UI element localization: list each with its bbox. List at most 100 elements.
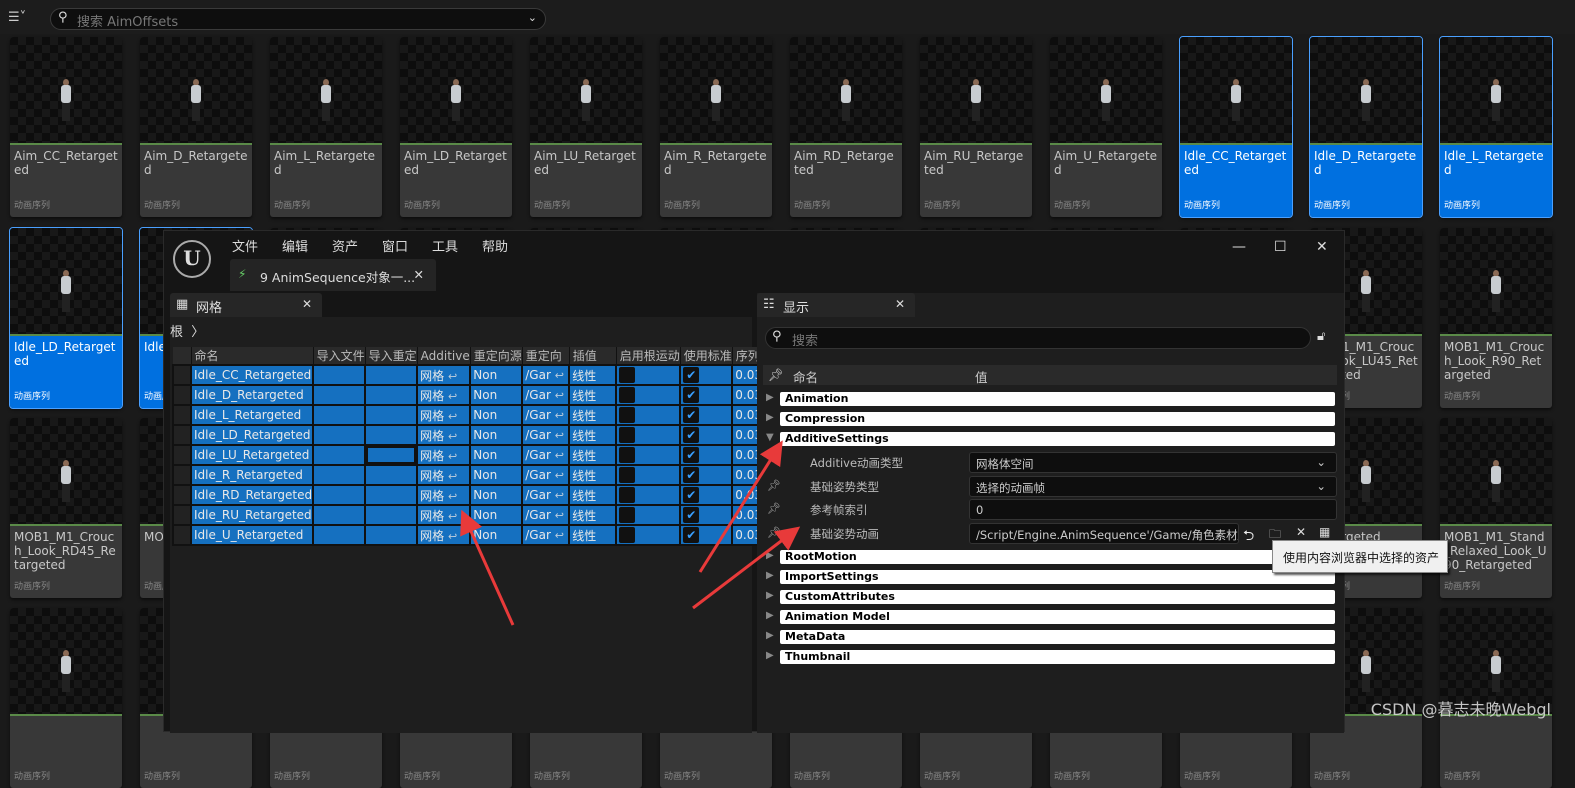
cell-import-file[interactable] [312,484,367,506]
cell-import-file[interactable] [312,384,367,406]
row-selector[interactable] [172,364,192,386]
row-selector[interactable] [172,464,192,486]
cell-additive[interactable]: 网格 ↩ [416,424,472,446]
category-row[interactable]: ▶ Animation Model [763,607,1337,627]
table-row[interactable]: Idle_RD_Retargeted 网格 ↩ Non /Gar ↩ 线性 ✔ … [172,484,833,506]
reset-icon[interactable]: ↩ [555,489,564,502]
menu-item[interactable]: 工具 [432,236,458,255]
cell-use-standard[interactable]: ✔ [679,384,734,406]
collapsed-arrow-icon[interactable]: ▶ [766,650,774,661]
category-row[interactable]: ▶ ImportSettings [763,567,1337,587]
cell-name[interactable]: Idle_RU_Retargeted [189,504,315,526]
pin-icon[interactable]: 📌︎ [767,479,781,492]
asset-tile[interactable]: MOB1_M1_Stand_Relaxed_Look_U90_Retargete… [1440,418,1552,598]
collapsed-arrow-icon[interactable]: ▶ [766,392,774,403]
cell-retarget[interactable]: /Gar ↩ [521,504,571,526]
category-row[interactable]: ▶ MetaData [763,627,1337,647]
asset-tile[interactable]: 动画序列 [10,608,122,788]
checkbox-unchecked[interactable] [619,507,636,523]
close-tab-icon[interactable]: ✕ [414,267,424,282]
column-header[interactable]: Additive [417,347,471,365]
reset-icon[interactable]: ↩ [555,389,564,402]
reset-icon[interactable]: ↩ [448,410,457,423]
row-selector[interactable] [172,444,192,466]
cell-interpolation[interactable]: 线性 [568,404,618,426]
picker-grid-icon[interactable]: ▦ [1319,525,1330,539]
property-value-field[interactable]: 0 [969,499,1337,520]
cell-import-retarget[interactable] [364,464,419,486]
tab-grid[interactable]: ▦ 网格 ✕ [170,293,322,317]
column-header[interactable]: 命名 [191,347,314,365]
cell-name[interactable]: Idle_D_Retargeted [189,384,315,406]
asset-tile[interactable]: MOB1_M1_Crouch_Look_R90_Retargeted 动画序列 [1440,228,1552,408]
collapsed-arrow-icon[interactable]: ▶ [766,590,774,601]
checkbox-checked[interactable]: ✔ [683,467,700,483]
cell-import-retarget[interactable] [364,524,419,546]
column-header[interactable]: 使用标准 [680,347,733,365]
category-row[interactable]: ▶ Thumbnail [763,647,1337,667]
cell-additive[interactable]: 网格 ↩ [416,384,472,406]
category-row[interactable]: ▶ RootMotion [763,547,1337,567]
checkbox-checked[interactable]: ✔ [683,387,700,403]
cell-name[interactable]: Idle_CC_Retargeted [189,364,315,386]
cell-additive[interactable]: 网格 ↩ [416,464,472,486]
cell-import-retarget[interactable] [364,364,419,386]
checkbox-checked[interactable]: ✔ [683,527,700,543]
checkbox-unchecked[interactable] [619,387,636,403]
cell-import-retarget[interactable] [364,384,419,406]
table-row[interactable]: Idle_L_Retargeted 网格 ↩ Non /Gar ↩ 线性 ✔ 0… [172,404,833,426]
property-value-field[interactable]: 选择的动画帧 ⌄ [969,475,1337,497]
cell-root-motion[interactable] [615,364,682,386]
asset-tile[interactable]: Aim_RD_Retargeted 动画序列 [790,37,902,217]
column-header[interactable]: 导入重定 [365,347,418,365]
cell-root-motion[interactable] [615,444,682,466]
cell-retarget[interactable]: /Gar ↩ [521,364,571,386]
cell-use-standard[interactable]: ✔ [679,524,734,546]
reset-icon[interactable]: ↩ [448,470,457,483]
cell-use-standard[interactable]: ✔ [679,364,734,386]
cell-interpolation[interactable]: 线性 [568,424,618,446]
reset-icon[interactable]: ↩ [555,469,564,482]
cell-additive[interactable]: 网格 ↩ [416,504,472,526]
asset-tile[interactable]: Idle_D_Retargeted 动画序列 [1309,36,1423,218]
property-value-field[interactable]: /Script/Engine.AnimSequence'/Game/角色素材/动 [969,522,1239,544]
reset-icon[interactable]: ↩ [555,409,564,422]
table-row[interactable]: Idle_D_Retargeted 网格 ↩ Non /Gar ↩ 线性 ✔ 0… [172,384,833,406]
cell-import-retarget[interactable] [364,504,419,526]
cell-retarget[interactable]: /Gar ↩ [521,384,571,406]
cell-import-file[interactable] [312,524,367,546]
row-selector[interactable] [172,404,192,426]
collapsed-arrow-icon[interactable]: ▶ [766,610,774,621]
close-tab-icon[interactable]: ✕ [302,297,312,311]
cell-import-file[interactable] [312,504,367,526]
menu-item[interactable]: 窗口 [382,236,408,255]
category-row[interactable]: ▶ Animation [763,389,1337,409]
cell-use-standard[interactable]: ✔ [679,464,734,486]
cell-retarget-source[interactable]: Non [469,444,524,466]
asset-tile[interactable]: Aim_LD_Retargeted 动画序列 [400,37,512,217]
cell-import-retarget[interactable] [364,404,419,426]
checkbox-unchecked[interactable] [619,407,636,423]
asset-tile[interactable]: Aim_D_Retargeted 动画序列 [140,37,252,217]
cell-interpolation[interactable]: 线性 [568,364,618,386]
reset-icon[interactable]: ↩ [555,429,564,442]
column-header[interactable]: 启用根运动 [616,347,681,365]
lock-icon[interactable]: 🔓︎ [1317,329,1325,344]
checkbox-checked[interactable]: ✔ [683,367,700,383]
asset-tile[interactable]: Aim_L_Retargeted 动画序列 [270,37,382,217]
cell-retarget-source[interactable]: Non [469,484,524,506]
cell-root-motion[interactable] [615,404,682,426]
cell-additive[interactable]: 网格 ↩ [416,524,472,546]
row-selector[interactable] [172,504,192,526]
category-row[interactable]: ▼ AdditiveSettings [763,429,1337,449]
cell-retarget[interactable]: /Gar ↩ [521,464,571,486]
row-selector[interactable] [172,524,192,546]
pin-icon[interactable]: 📌︎ [767,502,781,515]
row-selector[interactable] [172,484,192,506]
cell-name[interactable]: Idle_LU_Retargeted [189,444,315,466]
table-row[interactable]: Idle_LD_Retargeted 网格 ↩ Non /Gar ↩ 线性 ✔ … [172,424,833,446]
cell-retarget[interactable]: /Gar ↩ [521,484,571,506]
asset-tile[interactable]: MOB1_M1_Crouch_Look_RD45_Retargeted 动画序列 [10,418,122,598]
menu-item[interactable]: 文件 [232,236,258,255]
cell-additive[interactable]: 网格 ↩ [416,484,472,506]
